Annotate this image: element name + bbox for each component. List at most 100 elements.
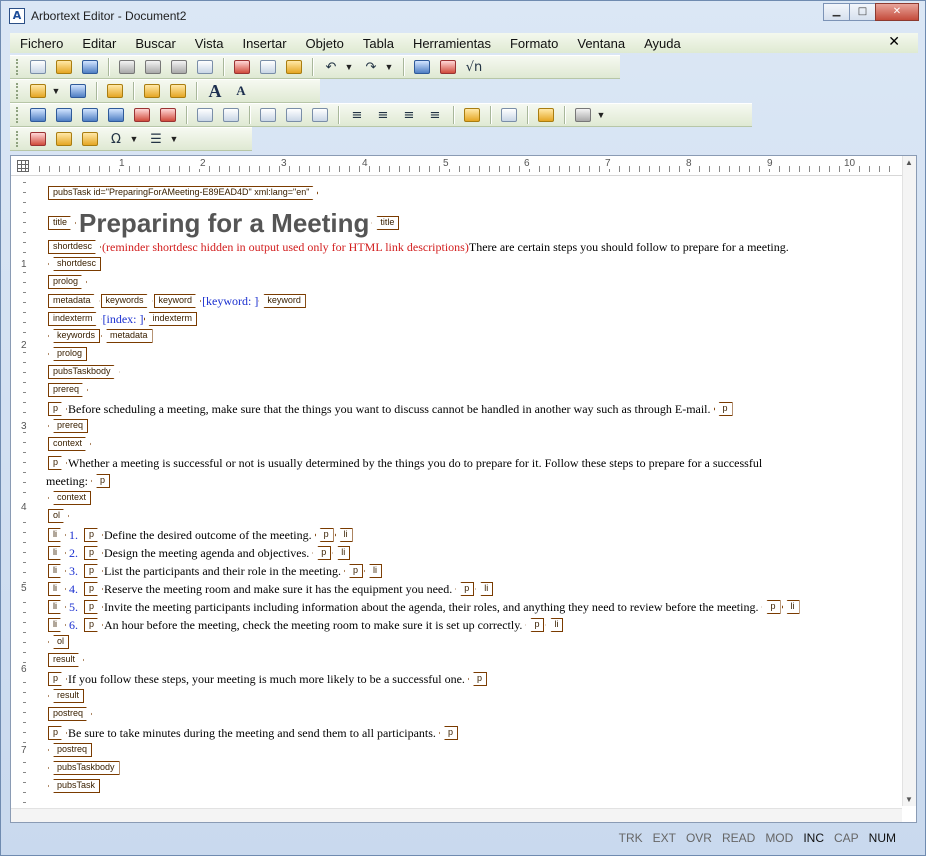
tag-postreq-start[interactable]: postreq [48, 707, 92, 721]
tag-li-start[interactable]: li [48, 618, 66, 632]
valign-bottom-icon[interactable] [309, 105, 331, 125]
tag-p-end[interactable]: p [438, 726, 458, 740]
copy-icon[interactable] [257, 57, 279, 77]
tag-result-start[interactable]: result [48, 653, 84, 667]
tag-indexterm-end[interactable]: indexterm [143, 312, 198, 326]
valign-top-icon[interactable] [257, 105, 279, 125]
equation-icon[interactable]: √n [463, 57, 485, 77]
undo-icon[interactable]: ↶ [320, 57, 342, 77]
tag-prereq-start[interactable]: prereq [48, 383, 88, 397]
tag-li-end[interactable]: li [334, 528, 353, 542]
tag-li-end[interactable]: li [363, 564, 382, 578]
menu-herramientas[interactable]: Herramientas [403, 36, 500, 51]
tag-title-start[interactable]: title [48, 216, 76, 230]
list-spacing-dropdown-icon[interactable]: ▼ [169, 134, 179, 144]
cut-icon[interactable] [231, 57, 253, 77]
insert-link-icon[interactable] [27, 129, 49, 149]
menu-editar[interactable]: Editar [72, 36, 125, 51]
tag-context-start[interactable]: context [48, 437, 91, 451]
redo-dropdown-icon[interactable]: ▼ [384, 62, 394, 72]
fill-color-dropdown-icon[interactable]: ▼ [596, 110, 606, 120]
decrease-font-icon[interactable]: A [230, 81, 252, 101]
vertical-scrollbar[interactable]: ▲ ▼ [902, 156, 916, 806]
scroll-down-arrow-icon[interactable]: ▼ [905, 795, 913, 804]
tag-pubstaskbody-start[interactable]: pubsTaskbody [48, 365, 120, 379]
tag-p-end[interactable]: p [312, 546, 332, 560]
font-style-icon[interactable] [535, 105, 557, 125]
tag-li-start[interactable]: li [48, 600, 66, 614]
tag-prolog-start[interactable]: prolog [48, 275, 87, 289]
tag-p-end[interactable]: p [525, 618, 545, 632]
arbortext-app-icon[interactable]: A [9, 8, 25, 24]
tag-p-start[interactable]: p [84, 582, 103, 596]
menu-vista[interactable]: Vista [185, 36, 233, 51]
tag-ol-end[interactable]: ol [48, 635, 70, 649]
prereq-text[interactable]: Before scheduling a meeting, make sure t… [68, 401, 711, 417]
tag-metadata-start[interactable]: metadata [48, 294, 100, 308]
close-document-icon[interactable]: ✕ [888, 34, 900, 50]
scroll-up-arrow-icon[interactable]: ▲ [905, 158, 913, 167]
tag-p-start[interactable]: p [84, 528, 103, 542]
close-window-button[interactable]: ✕ [875, 3, 919, 21]
tag-li-start[interactable]: li [48, 546, 66, 560]
tag-li-end[interactable]: li [332, 546, 351, 560]
tag-metadata-end[interactable]: metadata [101, 329, 153, 343]
paste-icon[interactable] [283, 57, 305, 77]
maximize-button[interactable]: □ [849, 3, 876, 21]
menu-tabla[interactable]: Tabla [353, 36, 403, 51]
shortdesc-text[interactable]: There are certain steps you should follo… [469, 239, 789, 255]
insert-markup-dropdown-icon[interactable]: ▼ [51, 86, 61, 96]
tag-p-end[interactable]: p [713, 402, 733, 416]
table-icon[interactable] [411, 57, 433, 77]
step-text[interactable]: List the participants and their role in … [104, 563, 341, 579]
increase-font-icon[interactable]: A [204, 81, 226, 101]
validate-check-icon[interactable] [104, 81, 126, 101]
tag-p-start[interactable]: p [84, 546, 103, 560]
tag-prereq-end[interactable]: prereq [48, 419, 89, 433]
context-text[interactable]: Whether a meeting is successful or not i… [68, 455, 762, 471]
save-icon[interactable] [79, 57, 101, 77]
new-document-icon[interactable] [27, 57, 49, 77]
shortdesc-reminder[interactable]: (reminder shortdesc hidden in output use… [102, 239, 469, 255]
special-characters-dropdown-icon[interactable]: ▼ [129, 134, 139, 144]
menu-ayuda[interactable]: Ayuda [634, 36, 690, 51]
redo-icon[interactable]: ↷ [360, 57, 382, 77]
delete-column-icon[interactable] [157, 105, 179, 125]
tag-pubstaskbody-end[interactable]: pubsTaskbody [48, 761, 120, 775]
eraser-icon[interactable] [67, 81, 89, 101]
tag-li-end[interactable]: li [545, 618, 564, 632]
tag-p-end[interactable]: p [467, 672, 487, 686]
menu-buscar[interactable]: Buscar [125, 36, 184, 51]
step-text[interactable]: An hour before the meeting, check the me… [104, 617, 522, 633]
tag-result-end[interactable]: result [48, 689, 85, 703]
insert-note-icon[interactable] [79, 129, 101, 149]
align-justify-icon[interactable]: ≡ [424, 105, 446, 125]
tag-p-end[interactable]: p [455, 582, 475, 596]
print-preview-icon[interactable] [142, 57, 164, 77]
tag-p-end[interactable]: p [91, 474, 111, 488]
tag-p-start[interactable]: p [48, 726, 67, 740]
undo-dropdown-icon[interactable]: ▼ [344, 62, 354, 72]
horizontal-scrollbar[interactable] [11, 808, 902, 822]
insert-xref-icon[interactable] [53, 129, 75, 149]
special-characters-icon[interactable]: Ω [105, 129, 127, 149]
tag-li-end[interactable]: li [475, 582, 494, 596]
document-editor[interactable]: 1 2 3 4 5 6 7 8 9 10 1 2 3 4 5 6 7 pubsT… [10, 155, 917, 823]
tag-title-end[interactable]: title [371, 216, 400, 230]
tag-postreq-end[interactable]: postreq [48, 743, 93, 757]
tag-li-start[interactable]: li [48, 564, 66, 578]
keyword-placeholder[interactable]: [keyword: ] [202, 293, 258, 309]
tag-li-end[interactable]: li [781, 600, 800, 614]
toolbar-grip[interactable] [16, 83, 19, 99]
tag-indexterm-start[interactable]: indexterm [48, 312, 102, 326]
tag-li-start[interactable]: li [48, 528, 66, 542]
fill-color-icon[interactable] [572, 105, 594, 125]
menu-formato[interactable]: Formato [500, 36, 567, 51]
split-cells-icon[interactable] [194, 105, 216, 125]
tag-pubstask-end[interactable]: pubsTask [48, 779, 101, 793]
tag-context-end[interactable]: context [48, 491, 92, 505]
tag-pubstask-start[interactable]: pubsTask id="PreparingForAMeeting-E89EAD… [48, 186, 318, 200]
spell-check-icon[interactable] [194, 57, 216, 77]
minimize-button[interactable]: ▁ [823, 3, 850, 21]
insert-column-left-icon[interactable] [79, 105, 101, 125]
